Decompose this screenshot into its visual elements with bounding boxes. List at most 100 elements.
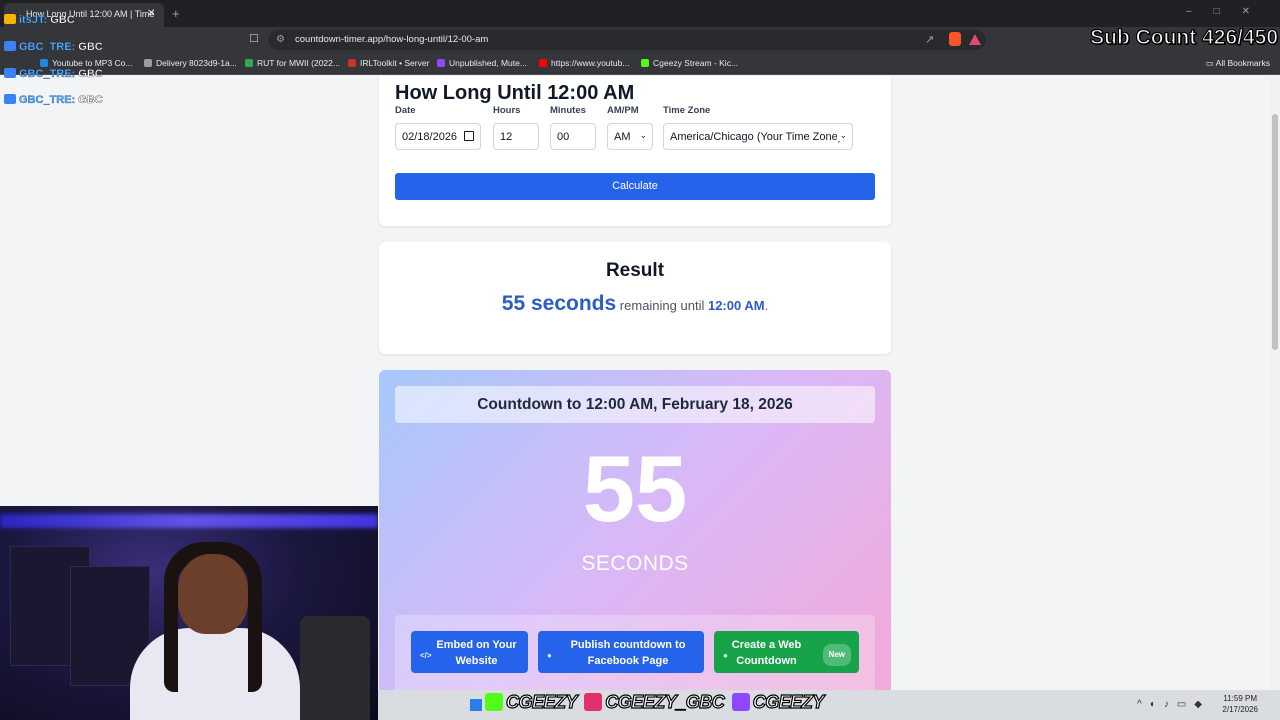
chat-text: GBC [50, 14, 75, 26]
chat-message: GBC_TRE: GBC [4, 94, 103, 106]
bookmark-label: https://www.youtub... [551, 58, 630, 68]
bookmark-favicon-icon [437, 59, 445, 67]
chat-message: GBC_TRE: GBC [4, 68, 103, 80]
hours-input[interactable]: 12 [493, 123, 539, 150]
result-end: . [764, 298, 769, 313]
scrollbar-thumb[interactable] [1272, 114, 1278, 350]
url-text[interactable]: countdown-timer.app/how-long-until/12-00… [295, 34, 488, 45]
ampm-value: AM [614, 131, 631, 143]
taskbar: CGEEZY CGEEZY_GBC CGEEZY ^◐♪▭◆ 11:59 PM … [378, 690, 1280, 720]
ampm-label: AM/PM [607, 105, 639, 116]
bookmark-favicon-icon [641, 59, 649, 67]
clock-date: 2/17/2026 [1222, 705, 1258, 714]
bookmark-label: RUT for MWII (2022... [257, 58, 340, 68]
share-icon[interactable]: ↗ [925, 33, 934, 46]
chat-message: GBC_TRE: GBC [4, 41, 103, 53]
bookmark-favicon-icon [245, 59, 253, 67]
system-tray[interactable]: ^◐♪▭◆ [1137, 699, 1210, 710]
create-countdown-button[interactable]: ● Create a Web Countdown New [714, 631, 859, 673]
taskbar-clock[interactable]: 11:59 PM 2/17/2026 [1222, 693, 1258, 715]
chat-text: GBC [78, 94, 103, 106]
countdown-header: Countdown to 12:00 AM, February 18, 2026 [395, 386, 875, 423]
minutes-input[interactable]: 00 [550, 123, 596, 150]
sub-badge-icon [4, 68, 16, 78]
bookmark-label: Unpublished, Mute... [449, 58, 527, 68]
page-scrollbar[interactable] [1270, 76, 1280, 690]
browser-tab-bar: How Long Until 12:00 AM | Time ✕ + –□✕ [0, 0, 1280, 27]
person-head [178, 554, 248, 634]
ampm-select[interactable]: AM ⌄ [607, 123, 653, 150]
result-text: 55 seconds remaining until 12:00 AM. [379, 292, 891, 316]
sub-badge-icon [4, 94, 16, 104]
bookmark-item[interactable]: https://www.youtub... [539, 58, 629, 68]
crown-badge-icon [4, 14, 16, 24]
windows-start-icon[interactable] [470, 699, 482, 711]
calculate-button[interactable]: Calculate [395, 173, 875, 200]
chat-username: GBC_TRE: [19, 94, 76, 106]
chevron-down-icon: ⌄ [639, 130, 647, 140]
countdown-form-card: How Long Until 12:00 AM Date 02/18/2026 … [379, 76, 891, 226]
facebook-publish-button[interactable]: ● Publish countdown to Facebook Page [538, 631, 704, 673]
date-label: Date [395, 105, 416, 116]
webcam-overlay [0, 506, 378, 720]
countdown-unit: SECONDS [581, 552, 689, 575]
sub-count-overlay: Sub Count 426/450 [1090, 25, 1279, 49]
facebook-label: Publish countdown to Facebook Page [570, 639, 686, 667]
chair [300, 616, 370, 720]
chat-text: GBC [78, 41, 103, 53]
result-time: 12:00 AM [707, 298, 765, 313]
calendar-icon[interactable] [464, 131, 474, 141]
timezone-select[interactable]: America/Chicago (Your Time Zone) ⌄ [663, 123, 853, 150]
bookmark-item[interactable]: Cgeezy Stream - Kic... [641, 58, 738, 68]
facebook-icon: ● [547, 651, 552, 660]
page-title: How Long Until 12:00 AM [395, 82, 635, 104]
bookmark-item[interactable]: Unpublished, Mute... [437, 58, 527, 68]
all-bookmarks-label: All Bookmarks [1215, 58, 1270, 68]
instagram-icon [584, 693, 603, 711]
bookmark-icon[interactable]: ☐ [249, 32, 259, 45]
create-label: Create a Web Countdown [731, 639, 802, 667]
led-strip [0, 514, 378, 528]
countdown-actions: </> Embed on Your Website ● Publish coun… [395, 615, 875, 690]
bookmark-favicon-icon [348, 59, 356, 67]
date-input[interactable]: 02/18/2026 [395, 123, 481, 150]
folder-icon: ▭ [1205, 58, 1216, 68]
countdown-card: Countdown to 12:00 AM, February 18, 2026… [379, 370, 891, 690]
result-middle: remaining until [616, 298, 708, 313]
plus-icon: ● [723, 651, 728, 660]
hours-value: 12 [500, 131, 513, 143]
timezone-value: America/Chicago (Your Time Zone) [670, 131, 842, 143]
timezone-label: Time Zone [663, 105, 711, 116]
date-value: 02/18/2026 [402, 131, 458, 143]
bookmarks-bar: Youtube to MP3 Co... Delivery 8023d9-1a.… [0, 53, 1280, 75]
sub-badge-icon [4, 41, 16, 51]
result-amount: 55 seconds [501, 292, 617, 315]
brave-shields-icon[interactable] [949, 32, 961, 46]
bookmark-label: Cgeezy Stream - Kic... [653, 58, 739, 68]
bookmark-item[interactable]: RUT for MWII (2022... [245, 58, 340, 68]
bookmark-favicon-icon [539, 59, 547, 67]
chat-username: GBC_TRE: [19, 68, 76, 80]
social-handles-overlay: CGEEZY CGEEZY_GBC CGEEZY [482, 691, 825, 713]
site-info-icon[interactable]: ⚙ [276, 34, 285, 45]
result-card: Result 55 seconds remaining until 12:00 … [379, 242, 891, 354]
hours-label: Hours [493, 105, 521, 116]
chevron-down-icon: ⌄ [837, 130, 847, 141]
embed-label: Embed on Your Website [436, 639, 517, 667]
brave-rewards-icon[interactable] [969, 34, 981, 45]
screen: How Long Until 12:00 AM | Time ✕ + –□✕ ☐… [0, 0, 1280, 720]
clock-time: 11:59 PM [1223, 694, 1258, 703]
minutes-label: Minutes [550, 105, 586, 116]
chat-username: itsJT: [19, 14, 48, 26]
minutes-value: 00 [557, 131, 570, 143]
all-bookmarks-button[interactable]: ▭ All Bookmarks [1206, 58, 1270, 69]
window-controls[interactable]: –□✕ [1186, 6, 1272, 17]
chat-overlay: itsJT: GBC GBC_TRE: GBC GBC_TRE: GBC GBC… [2, 0, 172, 110]
new-badge: New [822, 644, 851, 666]
new-tab-button[interactable]: + [172, 6, 180, 21]
bookmark-item[interactable]: IRLToolkit • Server [348, 58, 429, 68]
omnibox[interactable]: ⚙ countdown-timer.app/how-long-until/12-… [268, 30, 986, 50]
instagram-handle: CGEEZY_GBC [605, 691, 726, 712]
embed-button[interactable]: </> Embed on Your Website [411, 631, 528, 673]
kick-icon [485, 693, 503, 711]
